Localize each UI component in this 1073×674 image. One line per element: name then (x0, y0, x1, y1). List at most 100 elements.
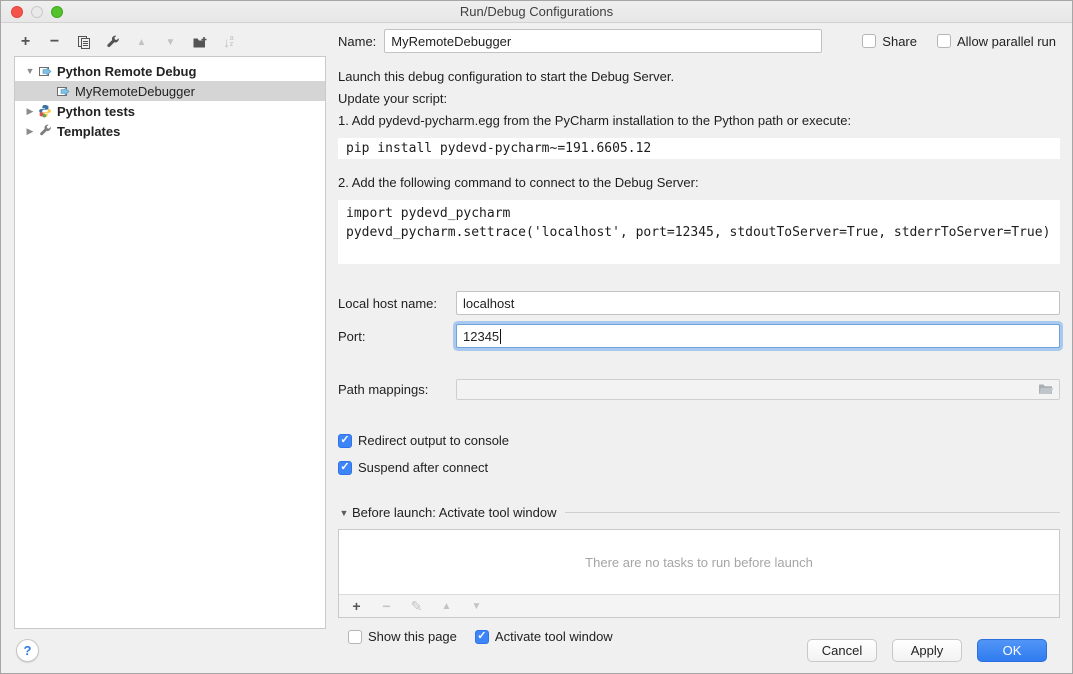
settrace-code-block: import pydevd_pycharm pydevd_pycharm.set… (338, 200, 1060, 264)
redirect-output-checkbox[interactable]: ✓ (338, 434, 352, 448)
dialog-buttons: Cancel Apply OK (807, 639, 1047, 662)
activate-tool-window-row: ✓ Activate tool window (475, 629, 613, 644)
before-launch-tasks-box: There are no tasks to run before launch … (338, 529, 1060, 618)
suspend-after-connect-checkbox[interactable]: ✓ (338, 461, 352, 475)
traffic-lights (11, 6, 63, 18)
before-launch-title: Before launch: Activate tool window (352, 505, 557, 520)
wrench-icon (105, 35, 120, 50)
instructions-step-2: 2. Add the following command to connect … (338, 173, 1060, 193)
text-caret (500, 329, 501, 344)
move-down-button[interactable]: ▼ (162, 34, 179, 51)
cancel-button[interactable]: Cancel (807, 639, 877, 662)
browse-folder-icon[interactable] (1038, 383, 1054, 396)
port-value: 12345 (463, 329, 499, 344)
instructions-line-1: Launch this debug configuration to start… (338, 67, 1060, 87)
collapse-arrow-icon[interactable]: ▼ (23, 66, 37, 76)
instructions-line-2: Update your script: (338, 89, 1060, 109)
before-launch-header[interactable]: ▼ Before launch: Activate tool window (338, 505, 1060, 520)
suspend-after-connect-label: Suspend after connect (358, 460, 488, 475)
sort-az-icon: ↓ az (223, 35, 233, 50)
name-input[interactable] (384, 29, 822, 53)
show-this-page-row: Show this page (348, 629, 457, 644)
move-task-down-button[interactable]: ▼ (468, 598, 485, 615)
plus-icon: + (21, 33, 30, 51)
redirect-output-label: Redirect output to console (358, 433, 509, 448)
name-row: Name: Share Allow parallel run (338, 29, 1060, 53)
configurations-toolbar: + − ▲ ▼ ↓ az (17, 32, 237, 52)
tree-item-label: MyRemoteDebugger (75, 84, 195, 99)
create-folder-button[interactable] (191, 34, 208, 51)
local-host-input[interactable] (456, 291, 1060, 315)
edit-templates-button[interactable] (104, 34, 121, 51)
tree-item-label: Python tests (57, 104, 135, 119)
instructions-step-1: 1. Add pydevd-pycharm.egg from the PyCha… (338, 111, 1060, 131)
tree-item-label: Python Remote Debug (57, 64, 196, 79)
minimize-window-button[interactable] (31, 6, 43, 18)
move-up-button[interactable]: ▲ (133, 34, 150, 51)
header-rule (565, 512, 1060, 513)
expand-arrow-icon[interactable]: ▶ (23, 106, 37, 117)
move-task-up-button[interactable]: ▲ (438, 598, 455, 615)
python-tests-icon (37, 104, 53, 119)
run-config-icon (37, 64, 53, 79)
tree-item-myremotedebugger[interactable]: MyRemoteDebugger (15, 81, 325, 101)
port-input[interactable]: 12345 (456, 324, 1060, 348)
ok-button[interactable]: OK (977, 639, 1047, 662)
remove-configuration-button[interactable]: − (46, 34, 63, 51)
show-this-page-checkbox[interactable] (348, 630, 362, 644)
close-window-button[interactable] (11, 6, 23, 18)
tree-item-python-tests[interactable]: ▶ Python tests (15, 101, 325, 121)
sort-configurations-button[interactable]: ↓ az (220, 34, 237, 51)
new-folder-icon (192, 35, 208, 50)
tree-item-templates[interactable]: ▶ Templates (15, 121, 325, 141)
minus-icon: − (50, 33, 59, 51)
port-row: Port: 12345 (338, 324, 1060, 348)
path-mappings-row: Path mappings: (338, 379, 1060, 400)
share-checkbox-row: Share (862, 34, 917, 49)
plus-icon: + (352, 598, 360, 614)
check-icon: ✓ (340, 435, 349, 446)
tasks-toolbar: + − ✎ ▲ ▼ (339, 594, 1059, 617)
question-mark-icon: ? (24, 643, 32, 658)
collapse-arrow-icon[interactable]: ▼ (338, 508, 350, 518)
check-icon: ✓ (477, 631, 486, 642)
pip-install-command: pip install pydevd-pycharm~=191.6605.12 (338, 138, 1060, 159)
activate-tool-window-label: Activate tool window (495, 629, 613, 644)
titlebar: Run/Debug Configurations (1, 1, 1072, 23)
run-debug-configurations-dialog: Run/Debug Configurations + − ▲ ▼ ↓ az ▼ (0, 0, 1073, 674)
minus-icon: − (382, 598, 390, 614)
path-mappings-label: Path mappings: (338, 382, 456, 397)
tree-item-python-remote-debug[interactable]: ▼ Python Remote Debug (15, 61, 325, 81)
edit-task-button[interactable]: ✎ (408, 598, 425, 615)
allow-parallel-run-row: Allow parallel run (937, 34, 1056, 49)
triangle-down-icon: ▼ (472, 601, 482, 612)
configurations-tree: ▼ Python Remote Debug MyRemoteDebugger ▶… (14, 56, 326, 629)
triangle-down-icon: ▼ (166, 37, 176, 48)
local-host-row: Local host name: (338, 291, 1060, 315)
local-host-label: Local host name: (338, 296, 456, 311)
window-title: Run/Debug Configurations (460, 4, 613, 19)
expand-arrow-icon[interactable]: ▶ (23, 126, 37, 137)
configuration-editor: Name: Share Allow parallel run Launch th… (338, 29, 1060, 644)
copy-configuration-button[interactable] (75, 34, 92, 51)
remove-task-button[interactable]: − (378, 598, 395, 615)
add-task-button[interactable]: + (348, 598, 365, 615)
allow-parallel-run-label: Allow parallel run (957, 34, 1056, 49)
zoom-window-button[interactable] (51, 6, 63, 18)
help-button[interactable]: ? (16, 639, 39, 662)
add-configuration-button[interactable]: + (17, 34, 34, 51)
path-mappings-input[interactable] (456, 379, 1060, 400)
share-checkbox[interactable] (862, 34, 876, 48)
name-label: Name: (338, 34, 376, 49)
port-label: Port: (338, 329, 456, 344)
copy-icon (76, 35, 91, 50)
allow-parallel-run-checkbox[interactable] (937, 34, 951, 48)
suspend-after-connect-row: ✓ Suspend after connect (338, 460, 1060, 475)
triangle-up-icon: ▲ (137, 37, 147, 48)
activate-tool-window-checkbox[interactable]: ✓ (475, 630, 489, 644)
templates-wrench-icon (37, 124, 53, 139)
apply-button[interactable]: Apply (892, 639, 962, 662)
share-label: Share (882, 34, 917, 49)
code-line-1: import pydevd_pycharm (346, 206, 510, 221)
tasks-empty-message: There are no tasks to run before launch (339, 530, 1059, 594)
